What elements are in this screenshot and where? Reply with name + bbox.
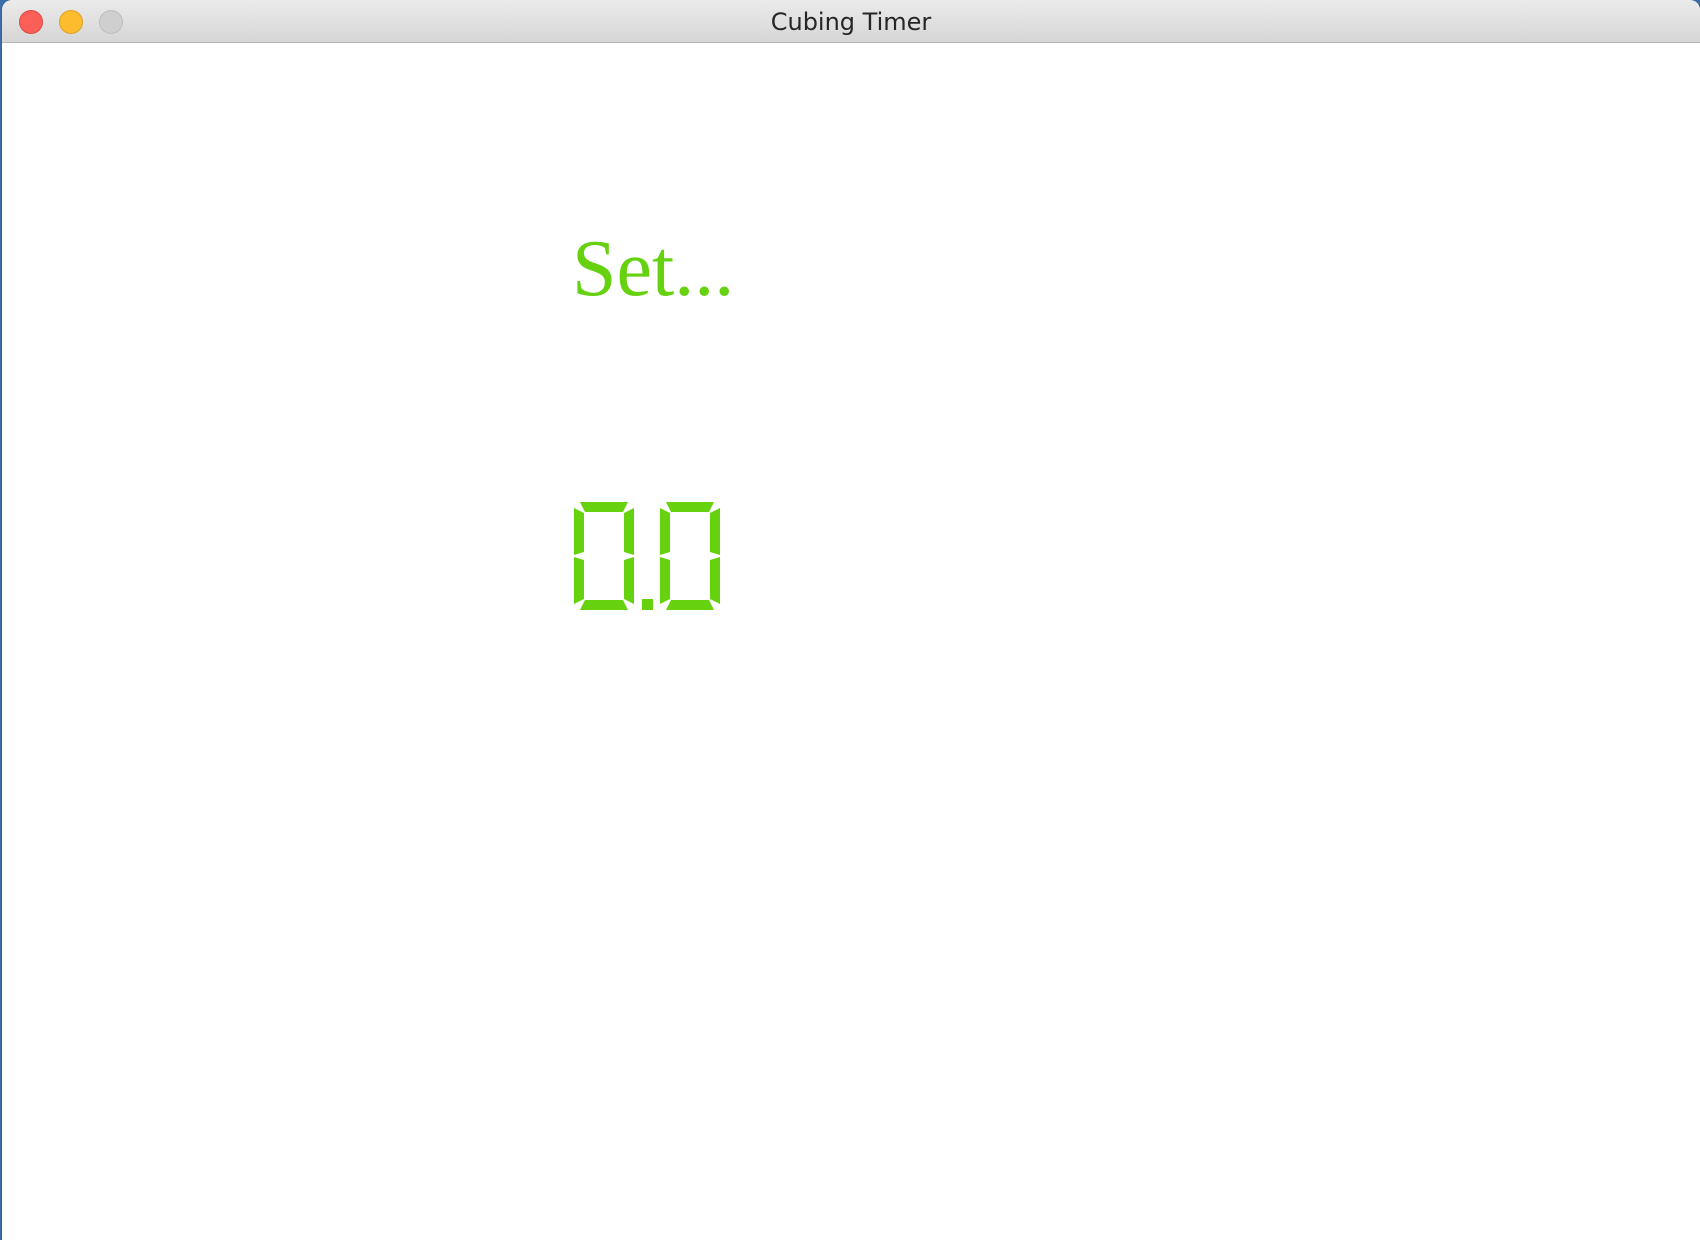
digit-segment-f [660, 508, 670, 555]
window-title: Cubing Timer [770, 8, 932, 36]
digit-segment-b [710, 508, 720, 555]
status-label: Set... [572, 225, 735, 313]
decimal-point-segment [642, 599, 653, 610]
digit-segment-d [666, 600, 714, 610]
digit-segment-e [574, 557, 584, 604]
digit-segment-a [666, 502, 714, 512]
digit-segment-d [580, 600, 628, 610]
app-window: Cubing Timer Set... 0.0 [2, 0, 1700, 1240]
digit-segment-e [660, 557, 670, 604]
digit-segment-c [710, 557, 720, 604]
digit-segment-f [574, 508, 584, 555]
digit-segment-a [580, 502, 628, 512]
digit-segment-b [624, 508, 634, 555]
title-bar[interactable]: Cubing Timer [2, 0, 1700, 43]
digit-segment-c [624, 557, 634, 604]
seven-segment-readout [574, 502, 720, 610]
timer-display: 0.0 [570, 454, 750, 614]
timer-content-area[interactable]: Set... 0.0 [2, 44, 1700, 1240]
